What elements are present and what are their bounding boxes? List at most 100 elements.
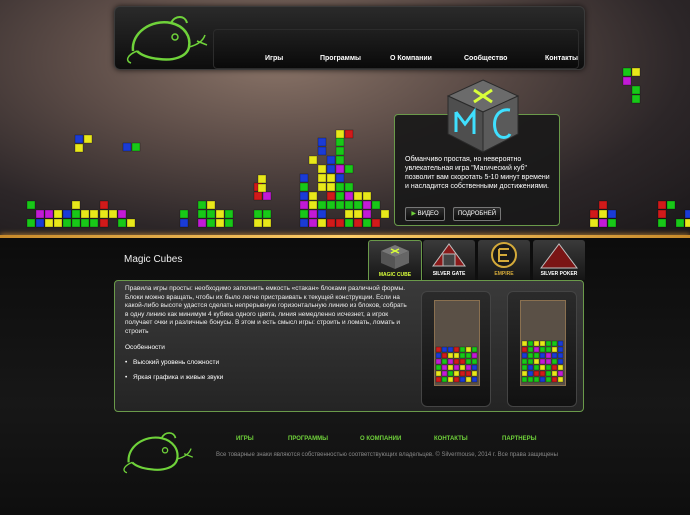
nav-item-games[interactable]: Игры: [265, 55, 283, 62]
falling-cube: [317, 182, 327, 192]
tab-empire[interactable]: EMPIRE: [478, 240, 530, 280]
game-cube: [441, 370, 448, 377]
falling-cube: [308, 191, 318, 201]
game-cube: [441, 352, 448, 359]
game-cube: [527, 346, 534, 353]
game-cube: [453, 364, 460, 371]
falling-cube: [657, 200, 667, 210]
falling-cube: [598, 200, 608, 210]
falling-cube: [684, 209, 690, 219]
falling-cube: [335, 200, 345, 210]
falling-cube: [126, 218, 136, 228]
footer-link-contacts[interactable]: КОНТАКТЫ: [434, 436, 468, 442]
game-cube: [533, 340, 540, 347]
falling-cube: [299, 182, 309, 192]
falling-cube: [317, 218, 327, 228]
game-cube: [557, 358, 564, 365]
game-cube: [551, 346, 558, 353]
falling-cube: [299, 200, 309, 210]
falling-cube: [317, 173, 327, 183]
falling-cube: [335, 129, 345, 139]
falling-cube: [117, 218, 127, 228]
falling-cube: [99, 209, 109, 219]
footer-link-about[interactable]: О КОМПАНИИ: [360, 436, 401, 442]
falling-cube: [353, 200, 363, 210]
page-title: Magic Cubes: [124, 254, 183, 265]
falling-cube: [598, 209, 608, 219]
tab-silver-gate-label: SILVER GATE: [432, 271, 466, 277]
game-cube: [465, 370, 472, 377]
cube-stack-1: [435, 346, 478, 383]
falling-cube: [262, 191, 272, 201]
falling-cube: [262, 209, 272, 219]
video-button[interactable]: ▶ ВИДЕО: [405, 207, 445, 221]
footer-link-partners[interactable]: ПАРТНЕРЫ: [502, 436, 536, 442]
game-cube: [447, 352, 454, 359]
falling-cube: [335, 191, 345, 201]
falling-cube: [317, 200, 327, 210]
game-cube: [459, 346, 466, 353]
tab-silver-poker[interactable]: SILVER POKER: [533, 240, 585, 280]
mouse-logo-icon[interactable]: [123, 11, 213, 67]
footer-link-games[interactable]: ИГРЫ: [236, 436, 254, 442]
game-cube: [447, 358, 454, 365]
screenshot-2[interactable]: [507, 291, 577, 407]
falling-cube: [335, 164, 345, 174]
falling-cube: [684, 218, 690, 228]
falling-cube: [371, 218, 381, 228]
game-cube: [471, 352, 478, 359]
game-cube: [551, 364, 558, 371]
falling-cube: [657, 218, 667, 228]
tab-silver-gate[interactable]: SILVER GATE: [423, 240, 475, 280]
falling-cube: [80, 209, 90, 219]
falling-cube: [26, 200, 36, 210]
footer-link-programs[interactable]: ПРОГРАММЫ: [288, 436, 328, 442]
falling-cube: [607, 209, 617, 219]
details-button[interactable]: ПОДРОБНЕЙ: [453, 207, 501, 221]
footer-mouse-logo-icon[interactable]: [120, 426, 198, 478]
falling-cube: [607, 218, 617, 228]
tab-magic-cube[interactable]: MAGIC CUBE: [368, 240, 422, 282]
game-cube: [465, 376, 472, 383]
falling-cube: [326, 173, 336, 183]
falling-cube: [197, 209, 207, 219]
falling-cube: [335, 173, 345, 183]
falling-cube: [344, 191, 354, 201]
game-cube: [453, 376, 460, 383]
game-cube: [539, 352, 546, 359]
nav-item-programs[interactable]: Программы: [320, 55, 361, 62]
game-cube: [557, 340, 564, 347]
falling-cube: [179, 218, 189, 228]
game-cube: [459, 370, 466, 377]
game-cube: [533, 370, 540, 377]
falling-cube: [206, 200, 216, 210]
falling-cube: [206, 218, 216, 228]
falling-cube: [224, 209, 234, 219]
falling-cube: [257, 183, 267, 193]
falling-cube: [197, 200, 207, 210]
game-cube: [557, 364, 564, 371]
falling-cube: [253, 218, 263, 228]
game-cube: [527, 352, 534, 359]
game-cube: [539, 358, 546, 365]
falling-cube: [122, 142, 132, 152]
game-cube: [533, 358, 540, 365]
falling-cube: [308, 209, 318, 219]
nav-item-contacts[interactable]: Контакты: [545, 55, 578, 62]
nav-item-about[interactable]: О Компании: [390, 55, 432, 62]
falling-cube: [326, 164, 336, 174]
game-cube: [453, 370, 460, 377]
game-cube: [447, 376, 454, 383]
game-cube: [435, 358, 442, 365]
falling-cube: [362, 218, 372, 228]
falling-cube: [335, 182, 345, 192]
nav-item-community[interactable]: Сообщество: [464, 55, 507, 62]
game-cube: [465, 358, 472, 365]
feature-item: Высокий уровень сложности: [125, 359, 219, 366]
game-cube: [527, 358, 534, 365]
falling-cube: [589, 209, 599, 219]
falling-cube: [308, 218, 318, 228]
game-cube: [527, 340, 534, 347]
screenshot-1[interactable]: [421, 291, 491, 407]
falling-cube: [71, 200, 81, 210]
